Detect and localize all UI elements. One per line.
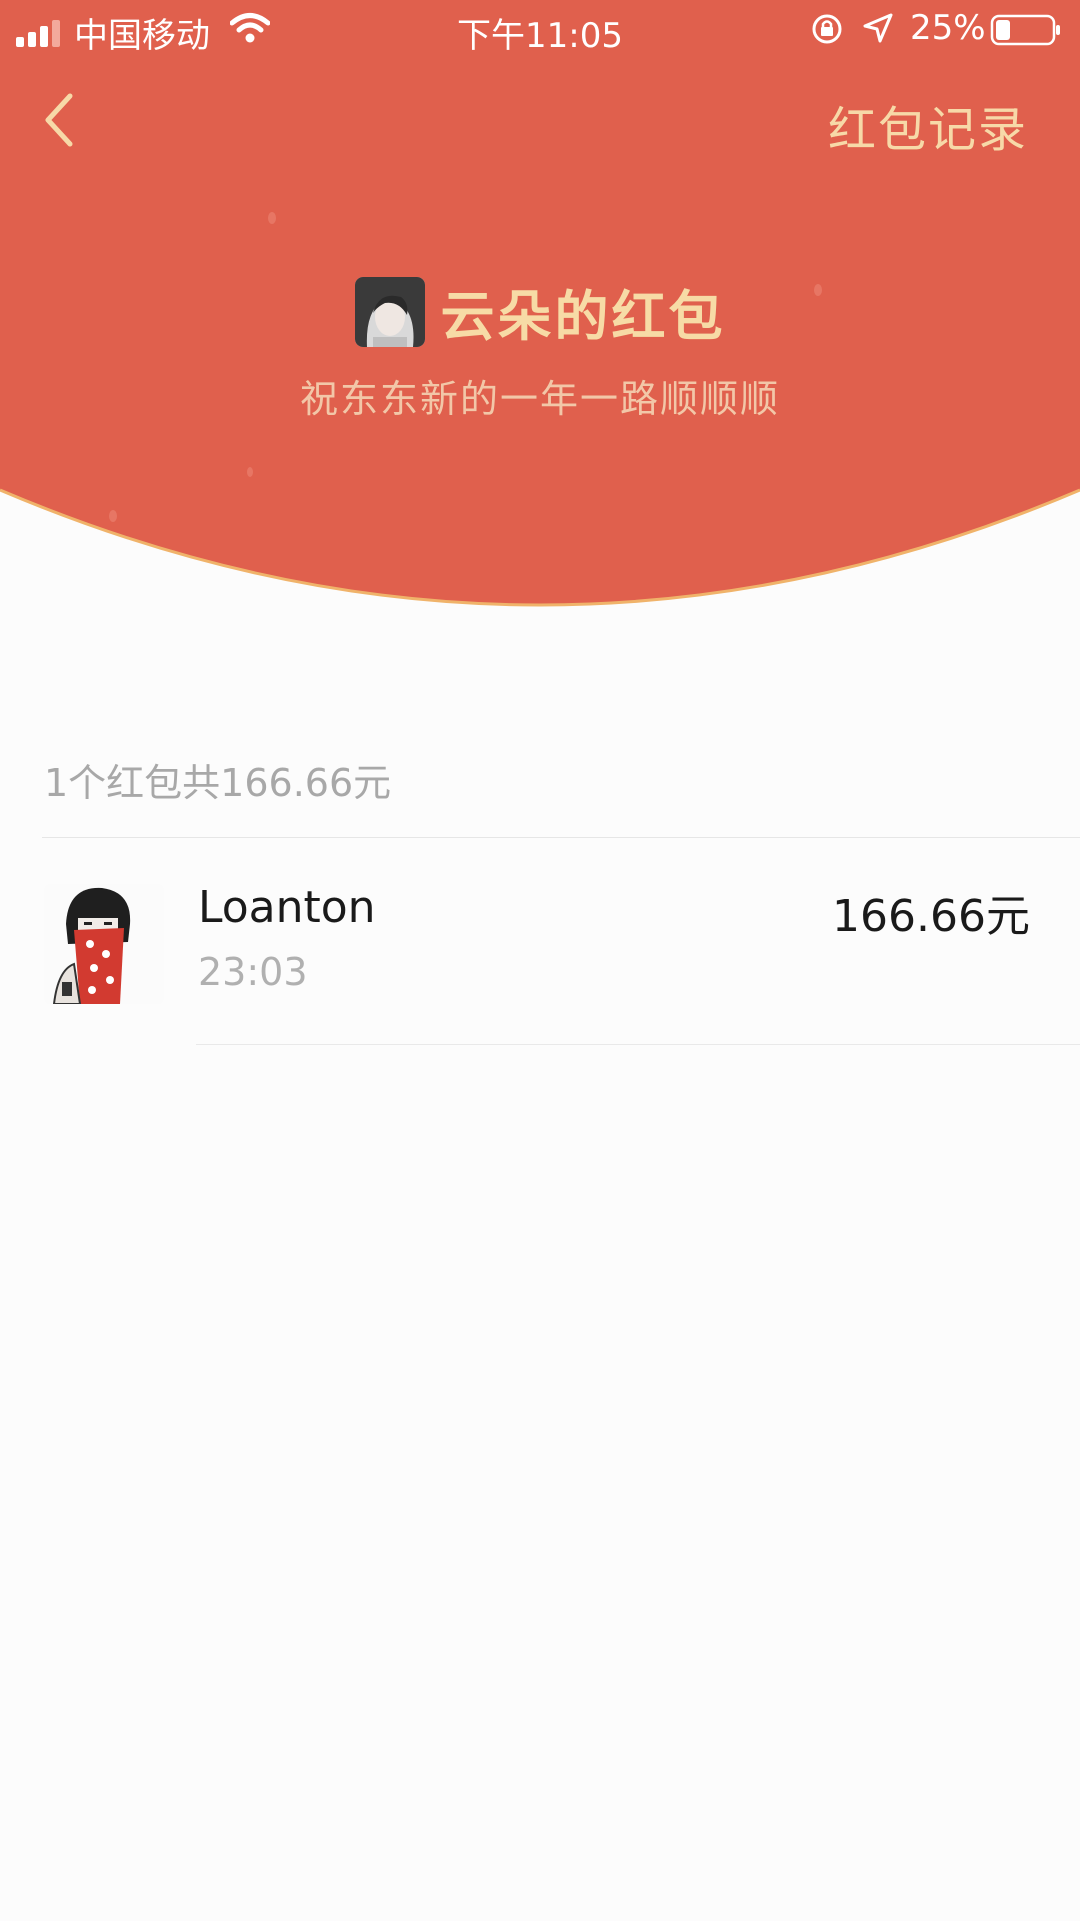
chevron-left-icon: [45, 93, 73, 147]
back-button[interactable]: [40, 90, 90, 150]
row-divider: [196, 1044, 1080, 1045]
packet-summary: 1个红包共166.66元: [44, 761, 392, 805]
sender-header: 云朵的红包: [0, 272, 1080, 351]
petal-decoration: [268, 212, 276, 224]
greeting-message: 祝东东新的一年一路顺顺顺: [299, 377, 780, 421]
sender-avatar[interactable]: [354, 276, 425, 347]
location-arrow-icon: [862, 12, 894, 53]
battery-icon: [990, 14, 1062, 55]
rotation-lock-icon: [810, 12, 844, 55]
received-amount: 166.66元: [832, 891, 1030, 942]
battery-fill: [996, 20, 1010, 40]
red-packet-detail-page: 中国移动 下午11:05 25% 红包记录 云朵的红包 祝东东新的一年一路顺顺顺…: [0, 0, 1080, 1921]
red-packet-records-link[interactable]: 红包记录: [828, 90, 1028, 160]
recipient-name: Loanton: [198, 882, 376, 933]
recipient-avatar[interactable]: [44, 884, 164, 1004]
status-bar: 中国移动 下午11:05 25%: [0, 0, 1080, 60]
list-item[interactable]: Loanton 23:03 166.66元: [0, 838, 1080, 1044]
sender-title: 云朵的红包: [440, 285, 726, 348]
battery-percent: 25%: [910, 8, 986, 48]
received-time: 23:03: [198, 950, 308, 994]
